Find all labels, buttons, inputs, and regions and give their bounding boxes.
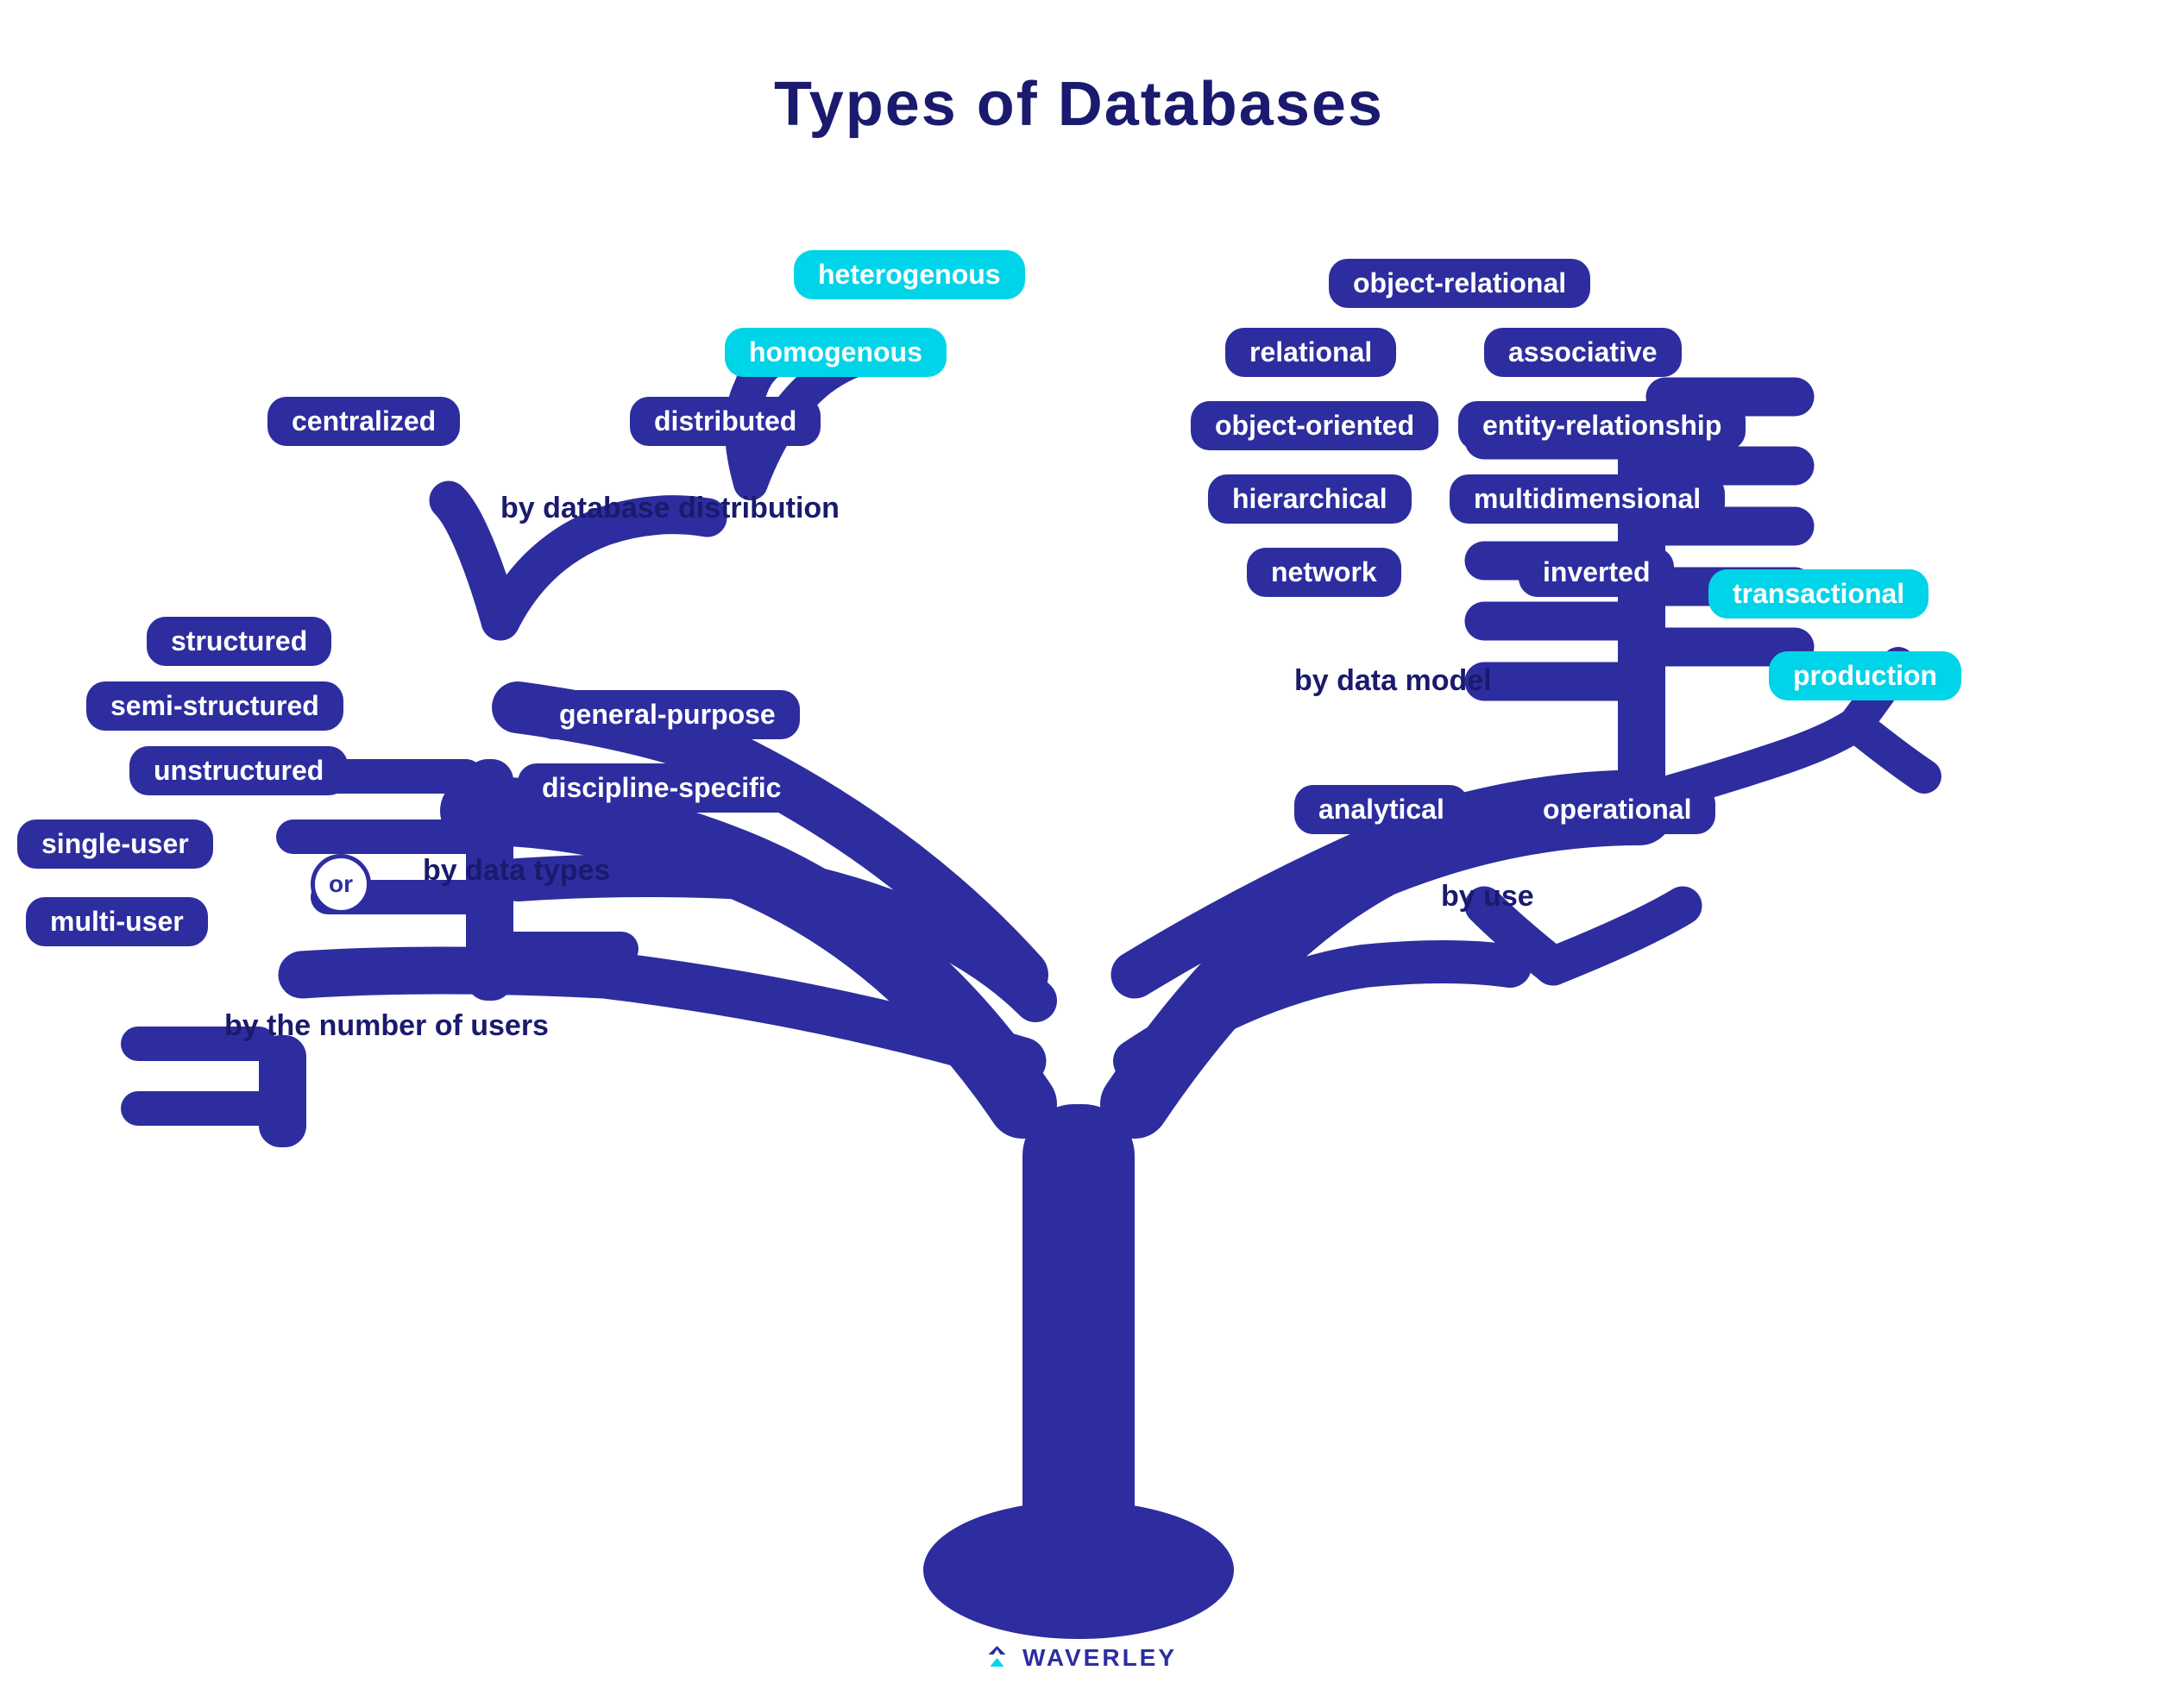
label-by-data-model: by data model bbox=[1294, 664, 1492, 698]
label-object-relational: object-relational bbox=[1329, 259, 1590, 308]
diagram-container: heterogenous homogenous centralized dist… bbox=[0, 155, 2158, 1665]
label-object-oriented: object-oriented bbox=[1191, 401, 1438, 450]
label-by-use: by use bbox=[1441, 880, 1534, 914]
label-by-data-types: by data types bbox=[423, 854, 610, 888]
label-inverted: inverted bbox=[1519, 548, 1674, 597]
label-multidimensional: multidimensional bbox=[1450, 474, 1725, 524]
label-structured: structured bbox=[147, 617, 331, 666]
label-general-purpose: general-purpose bbox=[535, 690, 800, 739]
tree-svg bbox=[0, 155, 2158, 1665]
footer-logo-text: WAVERLEY bbox=[1022, 1644, 1177, 1672]
label-discipline-specific: discipline-specific bbox=[518, 763, 805, 813]
label-single-user: single-user bbox=[17, 819, 213, 869]
label-by-number-of-users: by the number of users bbox=[224, 1009, 549, 1043]
footer: WAVERLEY bbox=[981, 1642, 1177, 1673]
page-title: Types of Databases bbox=[0, 0, 2158, 140]
label-production: production bbox=[1769, 651, 1961, 700]
label-hierarchical: hierarchical bbox=[1208, 474, 1412, 524]
label-operational: operational bbox=[1519, 785, 1715, 834]
label-unstructured: unstructured bbox=[129, 746, 348, 795]
label-transactional: transactional bbox=[1708, 569, 1928, 619]
label-distributed: distributed bbox=[630, 397, 821, 446]
label-semi-structured: semi-structured bbox=[86, 681, 343, 731]
label-homogenous: homogenous bbox=[725, 328, 947, 377]
label-centralized: centralized bbox=[267, 397, 460, 446]
waverley-logo-icon bbox=[981, 1642, 1012, 1673]
label-by-database-distribution: by database distribution bbox=[500, 492, 840, 525]
label-associative: associative bbox=[1484, 328, 1682, 377]
label-multi-user: multi-user bbox=[26, 897, 208, 946]
label-or: or bbox=[311, 854, 371, 914]
label-entity-relationship: entity-relationship bbox=[1458, 401, 1746, 450]
label-heterogenous: heterogenous bbox=[794, 250, 1025, 299]
label-network: network bbox=[1247, 548, 1401, 597]
label-relational: relational bbox=[1225, 328, 1396, 377]
label-analytical: analytical bbox=[1294, 785, 1469, 834]
